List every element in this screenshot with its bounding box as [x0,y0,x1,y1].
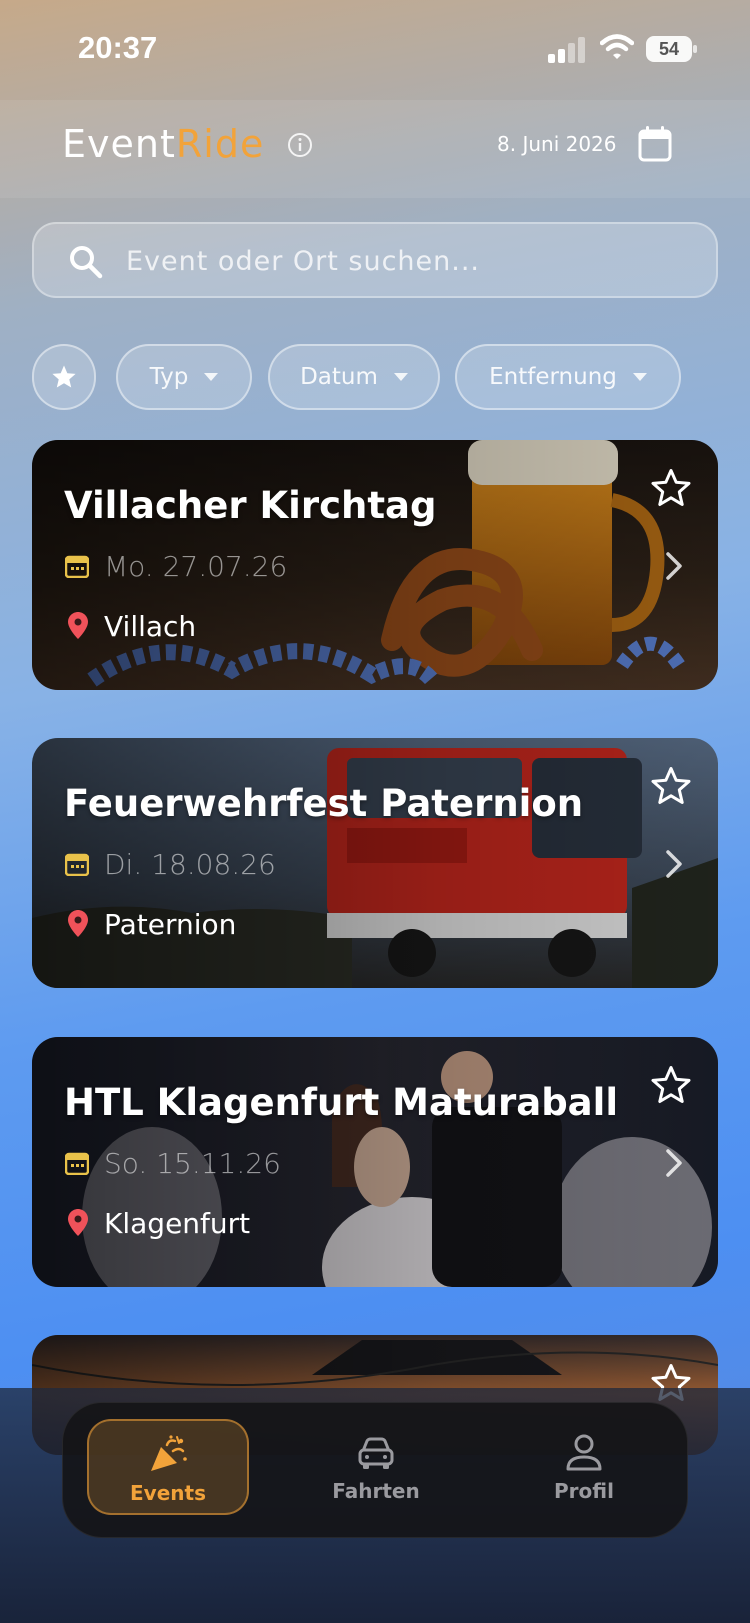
tab-profile[interactable]: Profil [503,1419,665,1515]
event-card[interactable]: HTL Klagenfurt Maturaball So. 15.11.26 K… [32,1037,718,1287]
event-title: Feuerwehrfest Paternion [64,782,584,825]
chevron-down-icon [204,373,219,381]
event-location: Paternion [104,908,237,941]
tab-bar: Events Fahrten Profil [62,1402,688,1538]
filter-bar: Typ Datum Entfernung [0,344,750,410]
battery-icon: 54 [646,36,698,62]
calendar-icon [65,555,89,578]
wifi-icon [600,34,634,59]
favorite-star-icon[interactable] [650,1065,692,1105]
tab-events[interactable]: Events [87,1419,249,1515]
location-pin-icon [68,1209,88,1236]
favorite-star-icon[interactable] [650,468,692,508]
chevron-right-icon [666,552,682,580]
tab-profile-label: Profil [554,1479,614,1503]
favorite-star-icon[interactable] [650,766,692,806]
app-header: EventRide 8. Juni 2026 [0,100,750,198]
calendar-icon[interactable] [638,126,672,162]
logo-part-ride: Ride [175,122,265,166]
date-filter-dropdown[interactable]: Datum [268,344,440,410]
status-time: 20:37 [78,30,158,65]
car-icon [358,1437,394,1469]
distance-filter-dropdown[interactable]: Entfernung [455,344,681,410]
chevron-right-icon [666,1149,682,1177]
event-location: Villach [104,610,197,643]
event-title: Villacher Kirchtag [64,484,437,527]
chevron-down-icon [393,373,408,381]
party-popper-icon [151,1435,187,1471]
location-pin-icon [68,910,88,937]
search-bar[interactable] [32,222,718,298]
favorites-filter-button[interactable] [32,344,96,410]
user-icon [566,1434,602,1471]
info-icon[interactable] [287,132,313,158]
calendar-icon [65,853,89,876]
app-logo: EventRide [62,122,264,166]
selected-date[interactable]: 8. Juni 2026 [497,132,617,156]
tab-rides[interactable]: Fahrten [295,1419,457,1515]
battery-level: 54 [658,39,680,59]
search-input[interactable] [126,238,686,284]
status-bar: 20:37 54 [0,0,750,100]
logo-part-event: Event [62,122,176,166]
event-card[interactable]: Villacher Kirchtag Mo. 27.07.26 Villach [32,440,718,690]
calendar-icon [65,1152,89,1175]
type-filter-dropdown[interactable]: Typ [116,344,252,410]
event-date: Mo. 27.07.26 [104,550,288,583]
event-title: HTL Klagenfurt Maturaball [64,1081,619,1124]
chevron-right-icon [666,850,682,878]
date-filter-label: Datum [300,364,378,390]
star-icon [52,365,76,388]
event-date: So. 15.11.26 [104,1147,281,1180]
tab-rides-label: Fahrten [332,1479,420,1503]
chevron-down-icon [632,373,647,381]
tab-events-label: Events [130,1481,206,1505]
distance-filter-label: Entfernung [489,364,617,390]
type-filter-label: Typ [149,364,189,390]
event-location: Klagenfurt [104,1207,251,1240]
location-pin-icon [68,612,88,639]
event-card[interactable]: Feuerwehrfest Paternion Di. 18.08.26 Pat… [32,738,718,988]
signal-icon [548,37,585,63]
search-icon [70,246,103,279]
event-date: Di. 18.08.26 [104,848,276,881]
